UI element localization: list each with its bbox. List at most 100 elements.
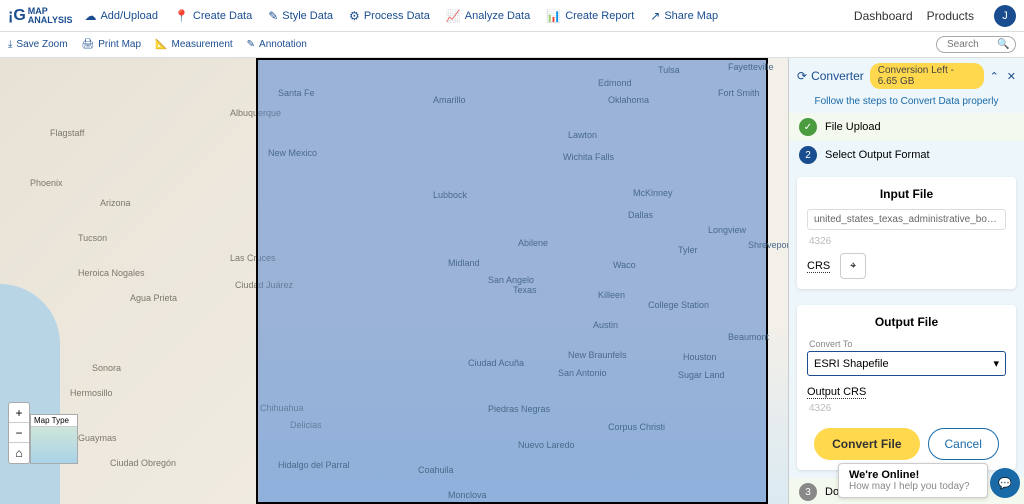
convert-file-button[interactable]: Convert File (814, 428, 919, 460)
zoom-in-button[interactable]: + (9, 403, 29, 423)
city-label: Flagstaff (50, 128, 84, 138)
city-label: Hermosillo (70, 388, 113, 398)
conversion-left-badge: Conversion Left - 6.65 GB (870, 63, 984, 89)
map-type-label: Map Type (31, 415, 77, 427)
city-label: Killeen (598, 290, 625, 300)
step-output-format[interactable]: 2Select Output Format (789, 141, 1024, 169)
avatar[interactable]: J (994, 5, 1016, 27)
output-crs-link[interactable]: Output CRS (807, 386, 866, 399)
print-map-button[interactable]: 🖨Print Map (82, 39, 142, 50)
target-icon: ⌖ (850, 260, 856, 273)
city-label: Abilene (518, 238, 548, 248)
logo-icon: ¡G (8, 7, 26, 25)
nav-create-data[interactable]: 📍Create Data (174, 9, 252, 23)
annotation-icon: ✎ (247, 39, 255, 50)
panel-controls: ⌃ ✕ (990, 70, 1016, 83)
output-crs-value: 4326 (807, 403, 1006, 420)
city-label: Shreveport (748, 240, 788, 250)
panel-header: ⟳Converter Conversion Left - 6.65 GB ⌃ ✕ (789, 58, 1024, 94)
map-canvas[interactable]: FlagstaffAlbuquerquePhoenixArizonaTucson… (0, 58, 788, 504)
search-icon: 🔍 (997, 39, 1009, 50)
city-label: Wichita Falls (563, 152, 614, 162)
zoom-home-button[interactable]: ⌂ (9, 443, 29, 463)
save-icon: ⤓ (8, 39, 12, 50)
measurement-button[interactable]: 📐Measurement (155, 39, 233, 50)
chart-icon: 📈 (446, 9, 461, 23)
city-label: Guaymas (78, 433, 117, 443)
crs-target-button[interactable]: ⌖ (840, 253, 866, 279)
chat-widget[interactable]: We're Online! How may I help you today? (838, 463, 988, 498)
city-label: Coahuila (418, 465, 454, 475)
chat-fab-button[interactable]: 💬 (990, 468, 1020, 498)
city-label: Dallas (628, 210, 653, 220)
zoom-control: + − ⌂ (8, 402, 30, 464)
input-file-card: Input File united_states_texas_administr… (797, 177, 1016, 289)
output-format-select[interactable]: ESRI Shapefile ▾ (807, 351, 1006, 376)
step2-badge: 2 (799, 146, 817, 164)
chat-icon: 💬 (998, 477, 1012, 490)
city-label: New Braunfels (568, 350, 627, 360)
share-icon: ↗ (650, 9, 660, 23)
city-label: Ciudad Obregón (110, 458, 176, 468)
cancel-button[interactable]: Cancel (928, 428, 999, 460)
check-icon: ✓ (799, 118, 817, 136)
ruler-icon: 📐 (155, 39, 167, 50)
city-label: Tyler (678, 245, 698, 255)
city-label: Tulsa (658, 65, 680, 75)
logo-text: MAPANALYSIS (28, 7, 73, 25)
city-label: Austin (593, 320, 618, 330)
nav-share-map[interactable]: ↗Share Map (650, 9, 718, 23)
sea-shape (0, 284, 60, 504)
city-label: Piedras Negras (488, 404, 550, 414)
nav-process-data[interactable]: ⚙Process Data (349, 9, 430, 23)
nav-style-data[interactable]: ✎Style Data (268, 9, 333, 23)
city-label: Longview (708, 225, 746, 235)
selection-overlay[interactable]: TulsaFayettevilleSanta FeAmarilloEdmondO… (256, 58, 768, 504)
chat-title: We're Online! (849, 469, 977, 481)
convert-to-label: Convert To (807, 337, 1006, 349)
city-label: Lawton (568, 130, 597, 140)
print-icon: 🖨 (82, 39, 95, 50)
chat-subtitle: How may I help you today? (849, 481, 977, 492)
nav-add-upload[interactable]: ☁Add/Upload (84, 9, 158, 23)
city-label: Amarillo (433, 95, 466, 105)
map-toolbar: ⤓Save Zoom 🖨Print Map 📐Measurement ✎Anno… (0, 32, 1024, 58)
city-label: Midland (448, 258, 480, 268)
collapse-icon[interactable]: ⌃ (990, 70, 999, 83)
refresh-icon: ⟳ (797, 69, 807, 83)
city-label: Hidalgo del Parral (278, 460, 350, 470)
city-label: Monclova (448, 490, 487, 500)
map-type-switcher[interactable]: Map Type (30, 414, 78, 464)
city-label: Houston (683, 352, 717, 362)
panel-instruction: Follow the steps to Convert Data properl… (789, 94, 1024, 113)
nav-create-report[interactable]: 📊Create Report (546, 9, 634, 23)
save-zoom-button[interactable]: ⤓Save Zoom (8, 39, 68, 50)
close-icon[interactable]: ✕ (1007, 70, 1016, 83)
city-label: Nuevo Laredo (518, 440, 575, 450)
report-icon: 📊 (546, 9, 561, 23)
dashboard-link[interactable]: Dashboard (854, 9, 913, 23)
nav-analyze-data[interactable]: 📈Analyze Data (446, 9, 530, 23)
city-label: San Antonio (558, 368, 607, 378)
city-label: Fort Smith (718, 88, 760, 98)
logo[interactable]: ¡G MAPANALYSIS (8, 7, 72, 25)
top-nav: ☁Add/Upload 📍Create Data ✎Style Data ⚙Pr… (84, 9, 853, 23)
pencil-icon: ✎ (268, 9, 278, 23)
top-bar: ¡G MAPANALYSIS ☁Add/Upload 📍Create Data … (0, 0, 1024, 32)
chevron-down-icon: ▾ (993, 357, 999, 370)
city-label: Corpus Christi (608, 422, 665, 432)
zoom-out-button[interactable]: − (9, 423, 29, 443)
action-buttons: Convert File Cancel (807, 428, 1006, 460)
city-label: Sonora (92, 363, 121, 373)
city-label: Edmond (598, 78, 632, 88)
input-file-header: Input File (807, 187, 1006, 201)
annotation-button[interactable]: ✎Annotation (247, 39, 307, 50)
crs-link[interactable]: CRS (807, 260, 830, 273)
city-label: College Station (648, 300, 709, 310)
search-input[interactable] (947, 39, 989, 50)
city-label: Tucson (78, 233, 107, 243)
products-link[interactable]: Products (927, 9, 974, 23)
search-box[interactable]: 🔍 (936, 36, 1016, 53)
city-label: San Angelo (488, 275, 534, 285)
step-file-upload[interactable]: ✓File Upload (789, 113, 1024, 141)
